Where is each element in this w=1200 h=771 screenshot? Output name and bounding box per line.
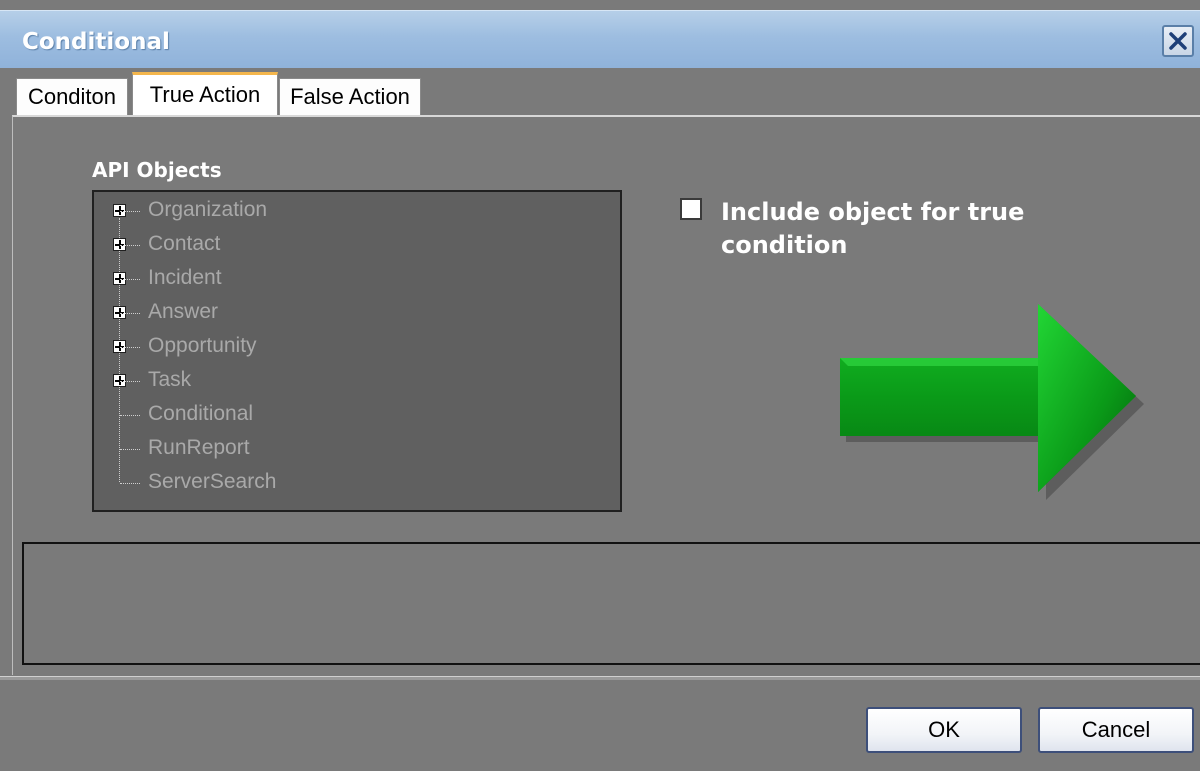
- tree-connector: [120, 483, 140, 484]
- tree-item-label: Conditional: [148, 402, 254, 425]
- tree-connector: [120, 415, 140, 416]
- tree-item-incident[interactable]: Incident: [94, 262, 614, 296]
- tree-item-label: Task: [148, 368, 192, 391]
- tab-strip: Conditon True Action False Action: [0, 68, 1200, 118]
- tree-connector: [120, 211, 140, 212]
- include-object-label[interactable]: Include object for true condition: [721, 196, 1081, 262]
- tree-item-label: Answer: [148, 300, 219, 323]
- api-objects-label: API Objects: [92, 158, 222, 182]
- window-title: Conditional: [22, 29, 170, 55]
- tree-connector: [120, 347, 140, 348]
- tree-connector: [120, 449, 140, 450]
- tree-connector: [120, 245, 140, 246]
- tree-item-label: Opportunity: [148, 334, 257, 357]
- tab-false-action[interactable]: False Action: [279, 78, 421, 116]
- title-bar[interactable]: Conditional: [0, 10, 1200, 69]
- ok-button[interactable]: OK: [866, 707, 1022, 753]
- tab-true-action[interactable]: True Action: [132, 72, 278, 118]
- tree-item-answer[interactable]: Answer: [94, 296, 614, 330]
- include-object-checkbox[interactable]: [680, 198, 702, 220]
- conditional-dialog: Conditional Conditon True Action False A…: [0, 0, 1200, 771]
- tree-connector: [120, 313, 140, 314]
- footer-divider: [0, 676, 1200, 680]
- api-objects-tree[interactable]: Organization Contact Incident Answer Opp…: [92, 190, 622, 512]
- tree-item-organization[interactable]: Organization: [94, 194, 614, 228]
- tree-item-label: Contact: [148, 232, 221, 255]
- cancel-button[interactable]: Cancel: [1038, 707, 1194, 753]
- tree-item-conditional[interactable]: Conditional: [94, 398, 614, 432]
- tree-item-task[interactable]: Task: [94, 364, 614, 398]
- tab-condition[interactable]: Conditon: [16, 78, 128, 116]
- tree-item-serversearch[interactable]: ServerSearch: [94, 466, 614, 500]
- tree-item-label: Organization: [148, 198, 268, 221]
- tree-item-runreport[interactable]: RunReport: [94, 432, 614, 466]
- close-icon: [1169, 32, 1187, 50]
- tree-item-label: ServerSearch: [148, 470, 277, 493]
- tree-item-label: Incident: [148, 266, 222, 289]
- action-details-box: [22, 542, 1200, 665]
- tree-item-contact[interactable]: Contact: [94, 228, 614, 262]
- tree-connector: [120, 279, 140, 280]
- tree-connector: [120, 381, 140, 382]
- tree-item-opportunity[interactable]: Opportunity: [94, 330, 614, 364]
- green-right-arrow-icon: [840, 304, 1144, 500]
- close-button[interactable]: [1162, 25, 1194, 57]
- tree-item-label: RunReport: [148, 436, 250, 459]
